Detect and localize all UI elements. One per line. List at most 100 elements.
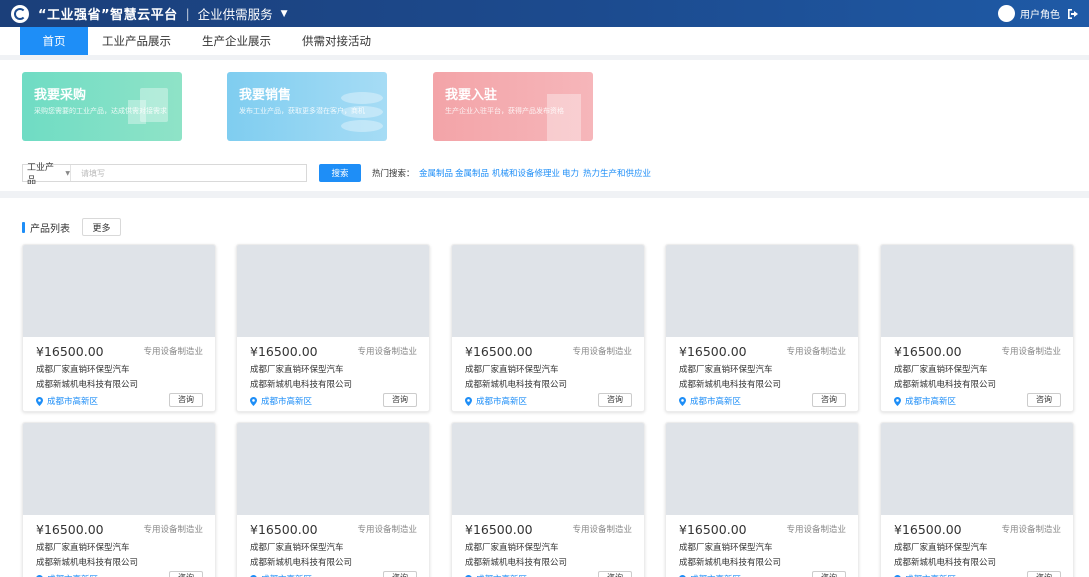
product-company: 成都新城机电科技有限公司 [465, 380, 568, 390]
avatar[interactable] [998, 5, 1015, 22]
product-card[interactable]: ¥16500.00 专用设备制造业成都厂家直销环保型汽车成都新城机电科技有限公司成… [451, 244, 645, 412]
consult-button[interactable]: 咨询 [383, 571, 417, 577]
join-banner[interactable]: 我要入驻 生产企业入驻平台，获得产品发布资格 [433, 72, 593, 141]
product-location: 成都市高新区 [894, 573, 956, 577]
join-subtitle: 生产企业入驻平台，获得产品发布资格 [445, 107, 564, 115]
product-category: 专用设备制造业 [572, 347, 632, 357]
product-image[interactable] [881, 245, 1073, 337]
product-image[interactable] [237, 245, 429, 337]
hot-search-link[interactable]: 热力生产和供应业 [583, 167, 651, 179]
nav-tab-matching-events[interactable]: 供需对接活动 [288, 27, 385, 55]
product-location-text: 成都市高新区 [476, 397, 528, 407]
consult-button[interactable]: 咨询 [812, 393, 846, 407]
consult-button[interactable]: 咨询 [1027, 393, 1061, 407]
product-image[interactable] [452, 245, 644, 337]
product-name[interactable]: 成都厂家直销环保型汽车 [894, 541, 988, 553]
product-location: 成都市高新区 [465, 395, 527, 407]
section-marker [22, 221, 25, 233]
hot-search-link[interactable]: 金属制品 [455, 167, 489, 179]
product-list-section: 产品列表 更多 ¥16500.00 专用设备制造业 成都厂家直销环保型汽车 成都新城机… [0, 198, 1089, 577]
product-name[interactable]: 成都厂家直销环保型汽车 [679, 363, 773, 375]
logout-icon[interactable] [1067, 8, 1079, 20]
nav-tab-industrial-products[interactable]: 工业产品展示 [88, 27, 185, 55]
product-name[interactable]: 成都厂家直销环保型汽车 [250, 363, 344, 375]
sell-subtitle: 发布工业产品，获取更多潜在客户，商机 [239, 107, 365, 115]
product-image[interactable] [23, 245, 215, 337]
product-name[interactable]: 成都厂家直销环保型汽车 [36, 363, 130, 375]
product-name[interactable]: 成都厂家直销环保型汽车 [250, 541, 344, 553]
product-location: 成都市高新区 [36, 395, 98, 407]
product-image[interactable] [452, 423, 644, 515]
product-card[interactable]: ¥16500.00 专用设备制造业成都厂家直销环保型汽车成都新城机电科技有限公司成… [665, 422, 859, 577]
chevron-down-icon[interactable]: ▼ [281, 9, 288, 19]
product-location-text: 成都市高新区 [47, 397, 99, 407]
product-name[interactable]: 成都厂家直销环保型汽车 [36, 541, 130, 553]
platform-name: “工业强省”智慧云平台 [38, 8, 178, 23]
product-location-text: 成都市高新区 [690, 397, 742, 407]
product-category: 专用设备制造业 [357, 347, 417, 357]
product-price: ¥16500.00 [894, 344, 962, 359]
top-header: “工业强省”智慧云平台 | 企业供需服务 ▼ 用户角色 [0, 0, 1089, 27]
nav-tab-manufacturers[interactable]: 生产企业展示 [185, 27, 288, 55]
purchase-banner[interactable]: 我要采购 采购您需要的工业产品，达成供需对接需求 [22, 72, 182, 141]
section-header: 产品列表 更多 [22, 218, 121, 236]
consult-button[interactable]: 咨询 [1027, 571, 1061, 577]
consult-button[interactable]: 咨询 [169, 393, 203, 407]
product-card[interactable]: ¥16500.00 专用设备制造业成都厂家直销环保型汽车成都新城机电科技有限公司成… [665, 244, 859, 412]
product-location: 成都市高新区 [36, 573, 98, 577]
purchase-subtitle: 采购您需要的工业产品，达成供需对接需求 [34, 107, 167, 115]
consult-button[interactable]: 咨询 [812, 571, 846, 577]
sell-banner[interactable]: 我要销售 发布工业产品，获取更多潜在客户，商机 [227, 72, 387, 141]
search-button[interactable]: 搜索 [319, 164, 361, 182]
product-category: 专用设备制造业 [786, 525, 846, 535]
product-price: ¥16500.00 [465, 522, 533, 537]
product-image[interactable] [881, 423, 1073, 515]
purchase-title: 我要采购 [34, 88, 87, 103]
location-pin-icon [250, 396, 257, 406]
product-category: 专用设备制造业 [786, 347, 846, 357]
product-image[interactable] [666, 245, 858, 337]
quick-entry-area: 我要采购 采购您需要的工业产品，达成供需对接需求 我要销售 发布工业产品，获取更… [0, 60, 1089, 191]
product-category: 专用设备制造业 [572, 525, 632, 535]
product-image[interactable] [237, 423, 429, 515]
product-card[interactable]: ¥16500.00 专用设备制造业成都厂家直销环保型汽车成都新城机电科技有限公司成… [236, 422, 430, 577]
main-nav: 首页 工业产品展示 生产企业展示 供需对接活动 [0, 27, 1089, 55]
hot-search-link[interactable]: 机械和设备修理业 [492, 167, 560, 179]
user-menu[interactable]: 用户角色 [998, 0, 1079, 27]
service-name[interactable]: 企业供需服务 [198, 4, 273, 23]
hot-search-link[interactable]: 电力 [562, 167, 579, 179]
product-card[interactable]: ¥16500.00 专用设备制造业成都厂家直销环保型汽车成都新城机电科技有限公司成… [22, 422, 216, 577]
product-location-text: 成都市高新区 [261, 397, 313, 407]
product-name[interactable]: 成都厂家直销环保型汽车 [894, 363, 988, 375]
search-input[interactable] [71, 165, 306, 181]
product-card[interactable]: ¥16500.00 专用设备制造业成都厂家直销环保型汽车成都新城机电科技有限公司成… [451, 422, 645, 577]
product-category: 专用设备制造业 [1001, 525, 1061, 535]
product-image[interactable] [666, 423, 858, 515]
consult-button[interactable]: 咨询 [598, 571, 632, 577]
consult-button[interactable]: 咨询 [169, 571, 203, 577]
product-name[interactable]: 成都厂家直销环保型汽车 [465, 541, 559, 553]
hot-search-link[interactable]: 金属制品 [419, 167, 453, 179]
product-card[interactable]: ¥16500.00 专用设备制造业成都厂家直销环保型汽车成都新城机电科技有限公司成… [880, 244, 1074, 412]
category-select[interactable]: 工业产品 ▼ [23, 163, 71, 186]
category-select-value: 工业产品 [27, 163, 55, 186]
product-name[interactable]: 成都厂家直销环保型汽车 [465, 363, 559, 375]
product-card[interactable]: ¥16500.00 专用设备制造业成都厂家直销环保型汽车成都新城机电科技有限公司成… [22, 244, 216, 412]
product-location: 成都市高新区 [465, 573, 527, 577]
product-category: 专用设备制造业 [143, 525, 203, 535]
product-company: 成都新城机电科技有限公司 [894, 380, 997, 390]
nav-tab-home[interactable]: 首页 [20, 27, 88, 55]
product-image[interactable] [23, 423, 215, 515]
product-card[interactable]: ¥16500.00 专用设备制造业成都厂家直销环保型汽车成都新城机电科技有限公司成… [236, 244, 430, 412]
product-company: 成都新城机电科技有限公司 [679, 558, 782, 568]
user-role-label[interactable]: 用户角色 [1020, 6, 1060, 21]
product-company: 成都新城机电科技有限公司 [36, 558, 139, 568]
consult-button[interactable]: 咨询 [383, 393, 417, 407]
product-location-text: 成都市高新区 [261, 573, 312, 577]
product-card[interactable]: ¥16500.00 专用设备制造业成都厂家直销环保型汽车成都新城机电科技有限公司成… [880, 422, 1074, 577]
product-name[interactable]: 成都厂家直销环保型汽车 [679, 541, 773, 553]
more-button[interactable]: 更多 [82, 218, 121, 236]
product-location-text: 成都市高新区 [47, 573, 98, 577]
product-price: ¥16500.00 [679, 344, 747, 359]
consult-button[interactable]: 咨询 [598, 393, 632, 407]
